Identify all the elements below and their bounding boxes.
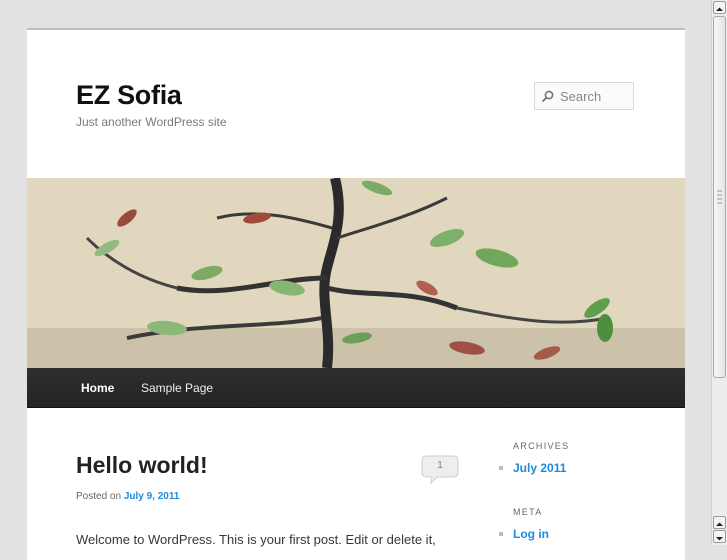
scroll-up-button-lower[interactable]	[713, 516, 726, 529]
posted-prefix: Posted on	[76, 491, 122, 502]
arrow-down-icon	[716, 537, 723, 541]
post-date-link[interactable]: July 9, 2011	[124, 491, 180, 502]
arrow-up-icon	[716, 7, 723, 11]
nav-item-home[interactable]: Home	[81, 381, 114, 395]
main-nav: Home Sample Page	[27, 368, 685, 408]
meta-widget-title: META	[513, 507, 543, 517]
grip-icon	[717, 190, 722, 204]
post-title[interactable]: Hello world!	[76, 452, 208, 479]
vertical-scrollbar[interactable]	[711, 0, 727, 545]
comments-bubble[interactable]: 1	[421, 455, 459, 485]
page: EZ Sofia Just another WordPress site Sea…	[27, 28, 685, 560]
meta-link-log-in[interactable]: Log in	[499, 527, 549, 541]
archives-list: July 2011	[499, 461, 566, 475]
post-meta: Posted on July 9, 2011	[76, 491, 179, 502]
arrow-up-icon	[716, 522, 723, 526]
meta-list: Log in	[499, 527, 549, 541]
scrollbar-thumb[interactable]	[713, 16, 726, 378]
archives-widget-title: ARCHIVES	[513, 441, 570, 451]
scroll-up-button[interactable]	[713, 1, 726, 14]
search-icon	[542, 90, 554, 102]
search-input[interactable]: Search	[534, 82, 634, 110]
comments-count: 1	[437, 460, 443, 471]
nav-item-sample-page[interactable]: Sample Page	[141, 381, 213, 395]
header-image	[27, 178, 685, 368]
search-placeholder: Search	[560, 88, 602, 104]
scroll-down-button[interactable]	[713, 530, 726, 543]
site-description: Just another WordPress site	[76, 115, 227, 129]
site-title[interactable]: EZ Sofia	[76, 80, 182, 111]
archive-link-july-2011[interactable]: July 2011	[499, 461, 566, 475]
